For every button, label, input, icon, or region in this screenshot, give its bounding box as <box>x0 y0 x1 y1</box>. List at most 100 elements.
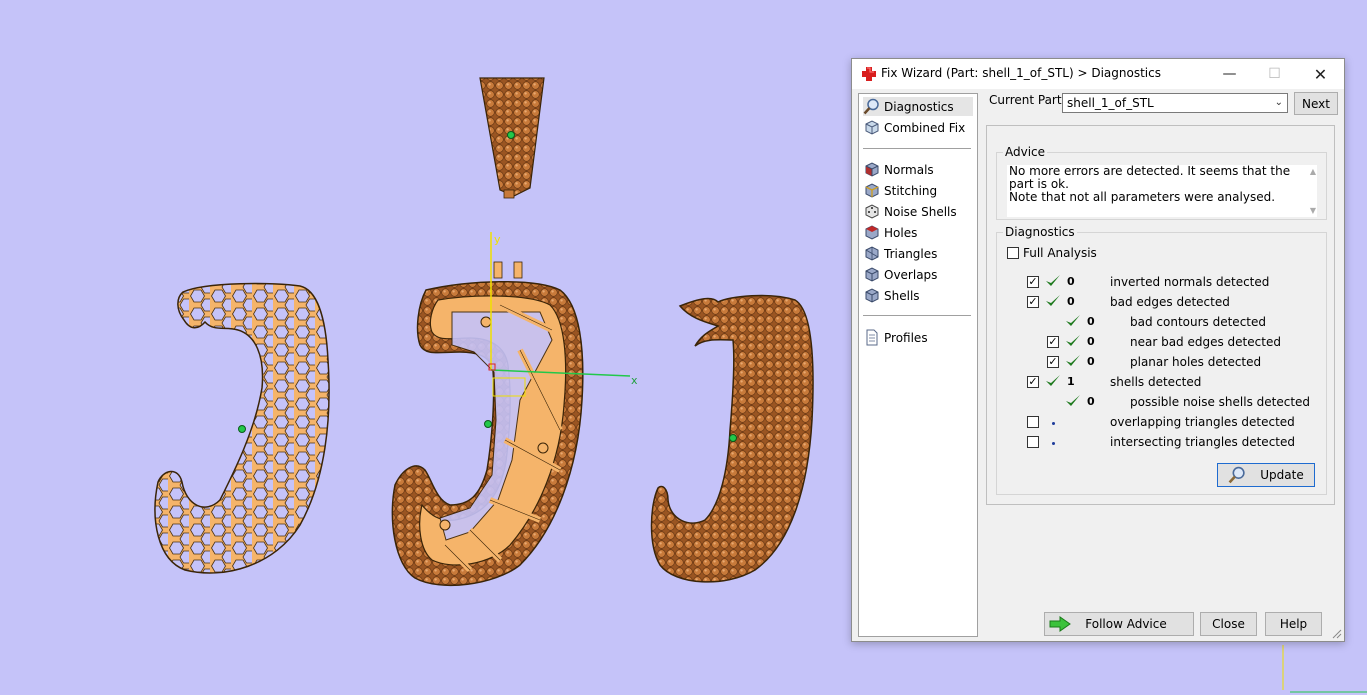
part-pave-j[interactable] <box>650 294 814 583</box>
update-label: Update <box>1260 468 1304 482</box>
full-analysis-checkbox[interactable] <box>1007 247 1019 259</box>
check-icon <box>1046 275 1060 286</box>
row-text: shells detected <box>1110 375 1202 389</box>
minimize-button[interactable]: — <box>1207 59 1252 89</box>
chevron-down-icon: ⌄ <box>1274 97 1283 108</box>
red-cross-icon <box>862 67 876 81</box>
part-framed-j[interactable] <box>391 261 584 587</box>
current-part-label: Current Part: <box>989 93 1066 107</box>
update-button[interactable]: Update <box>1217 463 1315 487</box>
advice-group: Advice No more errors are detected. It s… <box>996 145 1327 220</box>
nav-item-triangles[interactable]: Triangles <box>863 244 973 263</box>
check-icon <box>1066 335 1080 346</box>
nav-item-stitching[interactable]: Stitching <box>863 181 973 200</box>
advice-text: No more errors are detected. It seems th… <box>1007 165 1317 217</box>
nav-item-noise-shells[interactable]: Noise Shells <box>863 202 973 221</box>
cube-icon <box>865 120 879 135</box>
advice-title: Advice <box>1003 145 1048 159</box>
axis-y-label: y <box>494 233 501 246</box>
row-text: near bad edges detected <box>1130 335 1281 349</box>
pending-dot-icon <box>1052 442 1055 445</box>
diagnostics-group: Diagnostics Full Analysis ✓ 0 inverted n… <box>996 225 1327 495</box>
nav-label: Stitching <box>884 183 938 198</box>
row-checkbox[interactable]: ✓ <box>1027 376 1039 388</box>
resize-grip-icon[interactable] <box>1332 629 1342 639</box>
row-checkbox[interactable] <box>1027 436 1039 448</box>
close-window-button[interactable]: ✕ <box>1298 59 1343 89</box>
axis-x-label: x <box>631 374 638 387</box>
cube-icon <box>865 288 879 303</box>
advice-line-2: Note that not all parameters were analys… <box>1009 190 1276 204</box>
current-part-select[interactable]: shell_1_of_STL ⌄ <box>1062 93 1288 113</box>
nav-label: Diagnostics <box>884 99 954 114</box>
check-icon <box>1046 295 1060 306</box>
wizard-nav: Diagnostics Combined Fix Normals Stitchi… <box>858 93 978 637</box>
pending-dot-icon <box>1052 422 1055 425</box>
row-count: 0 <box>1087 315 1095 328</box>
full-analysis-label: Full Analysis <box>1023 246 1097 260</box>
cube-icon <box>865 267 879 282</box>
check-icon <box>1066 355 1080 366</box>
row-text: inverted normals detected <box>1110 275 1270 289</box>
row-text: planar holes detected <box>1130 355 1262 369</box>
nav-divider <box>863 315 971 316</box>
nav-label: Noise Shells <box>884 204 957 219</box>
row-count: 0 <box>1067 295 1075 308</box>
next-button[interactable]: Next <box>1294 92 1338 115</box>
follow-advice-label: Follow Advice <box>1085 617 1167 631</box>
row-count: 0 <box>1067 275 1075 288</box>
nav-item-shells[interactable]: Shells <box>863 286 973 305</box>
row-text: overlapping triangles detected <box>1110 415 1295 429</box>
nav-label: Shells <box>884 288 920 303</box>
fix-wizard-dialog: Fix Wizard (Part: shell_1_of_STL) > Diag… <box>851 58 1345 642</box>
row-text: intersecting triangles detected <box>1110 435 1295 449</box>
row-checkbox[interactable]: ✓ <box>1027 296 1039 308</box>
row-count: 0 <box>1087 355 1095 368</box>
nav-item-diagnostics[interactable]: Diagnostics <box>863 97 973 116</box>
nav-item-normals[interactable]: Normals <box>863 160 973 179</box>
nav-item-holes[interactable]: Holes <box>863 223 973 242</box>
cube-icon <box>865 225 879 240</box>
dice-icon <box>865 204 879 219</box>
nav-label: Overlaps <box>884 267 938 282</box>
nav-label: Combined Fix <box>884 120 966 135</box>
diagnostics-panel: Advice No more errors are detected. It s… <box>986 125 1335 505</box>
current-part-value: shell_1_of_STL <box>1067 96 1154 110</box>
check-icon <box>1066 315 1080 326</box>
advice-line-1: No more errors are detected. It seems th… <box>1009 164 1291 191</box>
row-text: bad contours detected <box>1130 315 1266 329</box>
row-count: 1 <box>1067 375 1075 388</box>
cube-icon <box>865 183 879 198</box>
triangle-cube-icon <box>865 246 879 261</box>
help-button[interactable]: Help <box>1265 612 1322 636</box>
nav-item-combined-fix[interactable]: Combined Fix <box>863 118 973 137</box>
maximize-button[interactable]: ☐ <box>1252 59 1297 89</box>
magnifier-icon <box>863 98 879 115</box>
nav-item-profiles[interactable]: Profiles <box>863 328 973 347</box>
row-count: 0 <box>1087 335 1095 348</box>
row-text: bad edges detected <box>1110 295 1230 309</box>
magnifier-icon <box>1228 466 1245 484</box>
row-checkbox[interactable]: ✓ <box>1047 336 1059 348</box>
check-icon <box>1066 395 1080 406</box>
row-checkbox[interactable]: ✓ <box>1047 356 1059 368</box>
nav-item-overlaps[interactable]: Overlaps <box>863 265 973 284</box>
nav-label: Normals <box>884 162 934 177</box>
diagnostics-title: Diagnostics <box>1003 225 1077 239</box>
cube-icon <box>865 162 879 177</box>
document-icon <box>866 329 878 346</box>
row-text: possible noise shells detected <box>1130 395 1311 409</box>
nav-divider <box>863 148 971 149</box>
nav-label: Triangles <box>884 246 938 261</box>
part-bail[interactable] <box>479 77 545 199</box>
title-bar[interactable]: Fix Wizard (Part: shell_1_of_STL) > Diag… <box>852 59 1344 89</box>
part-honeycomb-j[interactable] <box>154 282 330 574</box>
nav-label: Profiles <box>884 330 928 345</box>
row-checkbox[interactable]: ✓ <box>1027 276 1039 288</box>
row-checkbox[interactable] <box>1027 416 1039 428</box>
follow-advice-button[interactable]: Follow Advice <box>1044 612 1194 636</box>
arrow-right-icon <box>1049 616 1071 632</box>
close-button[interactable]: Close <box>1200 612 1257 636</box>
advice-scrollbar[interactable]: ▲ ▼ <box>1305 165 1319 217</box>
row-count: 0 <box>1087 395 1095 408</box>
